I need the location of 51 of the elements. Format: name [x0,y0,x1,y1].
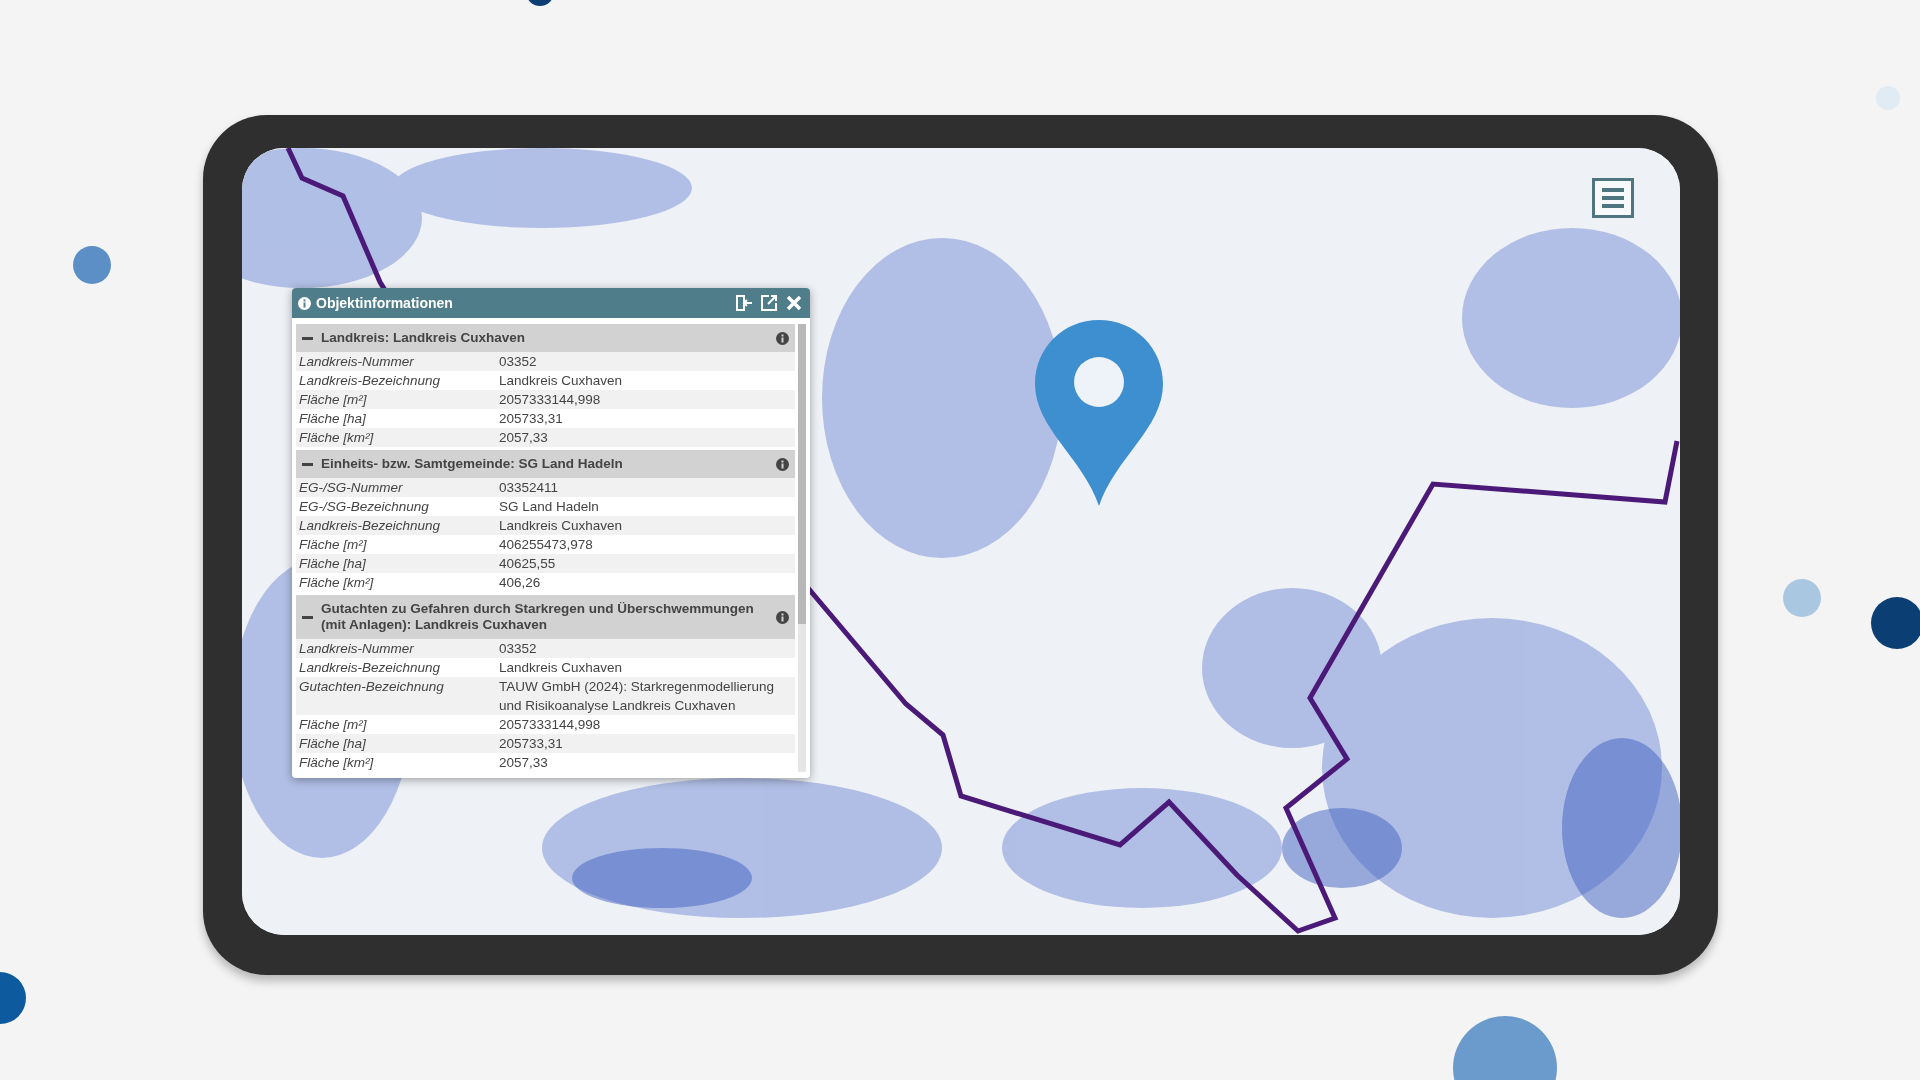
decorative-dot [73,246,111,284]
attribute-label: Landkreis-Bezeichnung [299,517,442,535]
section-header[interactable]: Gutachten zu Gefahren durch Starkregen und Überschwemmungen (mit Anlagen): Landkreis Cuxhaven [296,595,795,639]
info-icon [298,296,311,310]
map-pin-icon [1033,318,1165,508]
attribute-value: 03352411 [499,479,560,497]
attribute-label: Fläche [ha] [299,410,367,428]
attribute-value: 03352 [499,640,538,658]
attribute-value: 205733,31 [499,735,564,753]
attribute-value: 2057333144,998 [499,391,602,409]
attribute-value: 40625,55 [499,555,557,573]
attribute-value: Landkreis Cuxhaven [499,517,624,535]
attribute-label: Fläche [ha] [299,555,367,573]
attribute-value: 406255473,978 [499,536,594,554]
attribute-label: Fläche [km²] [299,429,375,447]
info-icon [776,610,789,624]
attribute-value: TAUW GmbH (2024): Starkregenmodellierung und Risikoanalyse Landkreis Cuxhaven [499,678,776,715]
attribute-value: 406,26 [499,574,542,592]
attribute-value: SG Land Hadeln [499,498,600,516]
attribute-value: 205733,31 [499,410,564,428]
attribute-value: 2057,33 [499,754,549,772]
section-header[interactable]: Einheits- bzw. Samtgemeinde: SG Land Hadeln [296,450,795,478]
attribute-label: Fläche [m²] [299,716,368,734]
attribute-value: 2057333144,998 [499,716,602,734]
external-window-button[interactable] [759,293,779,313]
attribute-label: EG-/SG-Nummer [299,479,404,497]
attribute-value: 2057,33 [499,429,549,447]
attribute-value: Landkreis Cuxhaven [499,659,624,677]
attribute-label: Landkreis-Nummer [299,640,415,658]
section-header[interactable]: Landkreis: Landkreis Cuxhaven [296,324,795,352]
attribute-label: Gutachten-Bezeichnung [299,678,445,696]
attribute-label: Landkreis-Nummer [299,353,415,371]
attribute-label: EG-/SG-Bezeichnung [299,498,430,516]
info-icon [776,457,789,471]
attribute-label: Fläche [m²] [299,391,368,409]
close-button[interactable] [784,293,804,313]
attribute-label: Landkreis-Bezeichnung [299,659,442,677]
dock-button[interactable] [734,293,754,313]
info-icon [776,331,789,345]
attribute-label: Fläche [km²] [299,754,375,772]
menu-button[interactable] [1592,178,1634,218]
decorative-dot [1783,579,1821,617]
scrollbar[interactable] [798,324,806,772]
panel-title: Objektinformationen [316,295,454,311]
attribute-label: Fläche [km²] [299,574,375,592]
attribute-label: Landkreis-Bezeichnung [299,372,442,390]
attribute-value: 03352 [499,353,538,371]
attribute-label: Fläche [ha] [299,735,367,753]
decorative-dot [1871,597,1920,649]
attribute-label: Fläche [m²] [299,536,368,554]
attribute-value: Landkreis Cuxhaven [499,372,624,390]
